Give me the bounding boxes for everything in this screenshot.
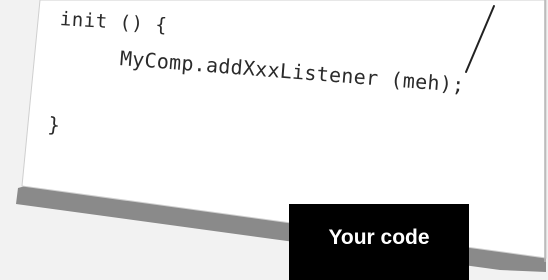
code-line-close-brace: } <box>46 112 62 138</box>
your-code-label: Your code <box>289 204 469 280</box>
diagram-canvas: init () { MyComp.addXxxListener (meh); }… <box>0 0 548 280</box>
your-code-label-text: Your code <box>328 226 430 249</box>
